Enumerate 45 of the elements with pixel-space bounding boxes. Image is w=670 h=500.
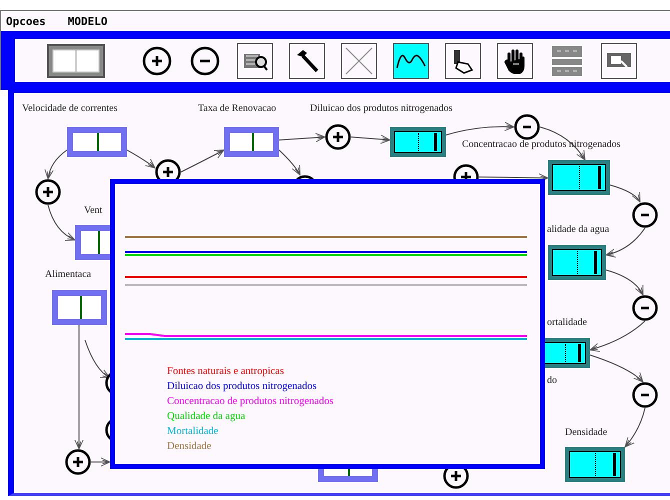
plus-circle-icon [142,46,172,76]
hammer-tool-button[interactable] [289,42,325,78]
stock-node[interactable] [67,127,127,157]
stock-node[interactable] [565,447,625,482]
legend-label: Qualidade da agua [167,410,246,424]
stock-node[interactable] [224,127,279,157]
legend-label: Mortalidade [167,425,220,439]
stock-node[interactable] [548,245,606,280]
minus-circle-icon [190,46,220,76]
legend-label: Fontes naturais e antropicas [167,365,285,379]
plus-circle-icon[interactable] [325,124,351,150]
stock-node[interactable] [548,160,610,195]
node-label: ortalidade [547,318,587,328]
cross-tool-button[interactable] [341,42,377,78]
node-label: Diluicao dos produtos nitrogenados [310,104,452,114]
two-pane-icon [52,48,100,72]
book-tool-button[interactable] [237,42,273,78]
pointer-tool-button[interactable] [445,42,481,78]
stock-node[interactable] [390,127,446,157]
panes-tool-button[interactable] [47,44,105,78]
hand-icon [504,48,526,74]
minus-circle-icon[interactable] [632,202,658,228]
minus-circle-icon[interactable] [514,114,540,140]
node-label: alidade da agua [547,225,610,235]
node-label: do [547,376,557,386]
node-label: Taxa de Renovacao [198,104,276,114]
node-label: Densidade [565,428,608,438]
menu-item[interactable]: MODELO [68,14,108,28]
menu-item[interactable]: Opcoes [6,14,46,28]
legend-label: Concentracao de produtos nitrogenados [167,395,334,409]
minus-circle-icon[interactable] [632,382,658,408]
legend-label: Densidade [167,440,212,454]
monitor-tool-button[interactable] [601,42,637,78]
legend-label: Diluicao dos produtos nitrogenados [167,380,318,394]
cross-box-icon [344,46,374,76]
wave-tool-button[interactable] [393,42,429,78]
minus-circle-icon[interactable] [632,295,658,321]
plus-circle-icon[interactable] [65,449,91,475]
stock-node[interactable] [52,290,107,325]
node-label: Alimentaca [45,270,92,280]
grid-icon [552,46,582,76]
node-label: Vent [84,206,102,216]
hand-tool-button[interactable] [497,42,533,78]
node-label: Velocidade de correntes [22,104,118,114]
plus-circle-icon[interactable] [35,179,61,205]
